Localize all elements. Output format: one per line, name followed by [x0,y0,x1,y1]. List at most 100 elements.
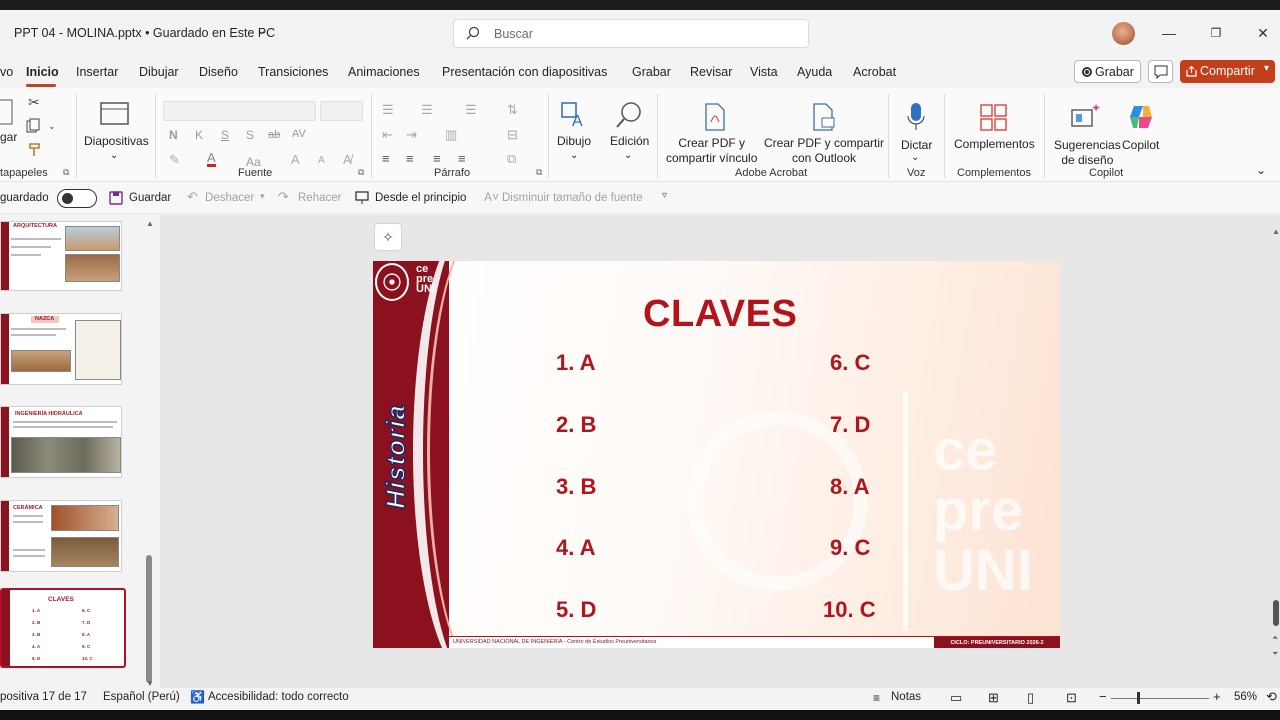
scroll-up-icon[interactable]: ▲ [1272,227,1280,236]
comments-button[interactable] [1148,60,1173,83]
normal-view-icon[interactable]: ▭ [950,690,962,706]
slide-thumbnail[interactable]: CERÁMICA [0,500,122,572]
chevron-down-icon[interactable]: ⌄ [911,152,919,163]
designer-button[interactable]: ✧ [374,223,402,251]
slide-thumbnail-selected[interactable]: CLAVES 1. A 6. C 2. B 7. D 3. B 8. A 4. … [0,588,126,668]
zoom-slider[interactable] [1111,698,1209,699]
bullets-icon[interactable]: ☰ [382,102,394,118]
pdf-outlook-icon[interactable] [810,102,836,132]
chevron-down-icon[interactable]: ▾ [260,191,265,202]
bold-button[interactable]: N [169,128,178,143]
numbering-icon[interactable]: ☰ [421,102,433,118]
redo-icon[interactable]: ↷ [278,189,289,205]
strikethrough-button[interactable]: ab [268,128,280,143]
dictate-button[interactable]: Dictar [901,138,932,153]
tab-vista[interactable]: Vista [750,65,778,79]
drawing-icon[interactable]: A [560,100,588,128]
create-pdf-share-link-button[interactable]: Crear PDF y compartir vínculo [666,136,757,166]
decrease-font-icon[interactable]: A [318,155,325,166]
find-icon[interactable] [614,100,644,130]
increase-indent-icon[interactable]: ⇥ [406,127,417,143]
decrease-indent-icon[interactable]: ⇤ [382,127,393,143]
columns-icon[interactable]: ▥ [445,127,457,143]
current-slide[interactable]: ce pre UNI ce pre UNI Historia CLAVES 1.… [373,261,1060,648]
zoom-slider-handle[interactable] [1137,692,1140,704]
dialog-launcher-icon[interactable]: ⧉ [63,167,69,178]
scroll-down-icon[interactable]: ▼ [146,679,154,688]
tab-acrobat[interactable]: Acrobat [853,65,896,79]
decrease-font-button[interactable]: Disminuir tamaño de fuente [502,192,643,204]
shadow-button[interactable]: S [246,128,254,143]
zoom-out-icon[interactable]: − [1099,689,1107,704]
align-right-icon[interactable]: ≡ [433,151,441,166]
save-button[interactable]: Guardar [129,192,171,204]
restore-icon[interactable]: ❐ [1207,24,1225,42]
decrease-font-icon[interactable]: A˅ [484,190,499,204]
copilot-button[interactable]: Copilot [1122,138,1159,153]
tab-diseno[interactable]: Diseño [199,65,238,79]
accessibility-icon[interactable]: ♿ [190,690,205,704]
document-title[interactable]: PPT 04 - MOLINA.pptx • Guardado en Este … [14,26,275,40]
share-button[interactable]: Compartir ▾ [1180,60,1275,83]
slideshow-view-icon[interactable]: ⊡ [1066,690,1077,706]
pdf-share-icon[interactable] [702,102,728,132]
line-spacing-icon[interactable]: ☰ [465,102,477,118]
slides-button[interactable]: Diapositivas [84,134,149,149]
previous-slide-icon[interactable]: ⏶ [1272,633,1278,643]
minimize-icon[interactable]: — [1160,24,1178,42]
tab-grabar[interactable]: Grabar [632,65,671,79]
editing-button[interactable]: Edición [610,134,649,149]
undo-button[interactable]: Deshacer [205,192,254,204]
scroll-up-icon[interactable]: ▲ [146,219,154,228]
slide-thumbnail[interactable]: NAZCA [0,313,122,385]
tab-animaciones[interactable]: Animaciones [348,65,420,79]
chevron-down-icon[interactable]: ⌄ [257,24,266,37]
slide-sorter-icon[interactable]: ⊞ [988,690,999,706]
tab-inicio[interactable]: Inicio [26,65,59,79]
tab-insertar[interactable]: Insertar [76,65,118,79]
paste-icon[interactable] [0,96,14,126]
collapse-ribbon-icon[interactable]: ⌄ [1256,163,1266,177]
record-button[interactable]: Grabar [1074,60,1141,83]
format-painter-icon[interactable] [27,142,43,158]
chevron-down-icon[interactable]: ⌄ [624,150,632,161]
addins-icon[interactable] [980,104,1008,132]
microphone-icon[interactable] [905,102,927,132]
chevron-down-icon[interactable]: ⌄ [570,150,578,161]
font-family-select[interactable] [163,101,316,121]
justify-icon[interactable]: ≡ [458,151,466,166]
smartart-icon[interactable]: ⧉ [507,151,516,167]
fit-slide-icon[interactable]: ⟲ [1266,689,1277,705]
design-ideas-icon[interactable]: ✦ [1071,102,1101,130]
notes-button[interactable]: Notas [891,691,921,703]
undo-icon[interactable]: ↶ [187,189,198,205]
underline-button[interactable]: S [221,128,229,143]
canvas-scrollbar[interactable] [1273,600,1279,626]
save-icon[interactable] [109,191,123,205]
customize-toolbar-icon[interactable]: ▿ [662,190,667,201]
language-status[interactable]: Español (Perú) [103,691,180,703]
search-box[interactable]: Buscar [453,19,809,48]
copilot-icon[interactable] [1127,103,1155,131]
chevron-down-icon[interactable]: ⌄ [110,150,118,161]
align-left-icon[interactable]: ≡ [382,151,390,166]
align-text-icon[interactable]: ⊟ [507,127,518,143]
tab-dibujar[interactable]: Dibujar [139,65,179,79]
slide-thumbnail[interactable]: INGENIERÍA HIDRÁULICA [0,406,122,478]
addins-button[interactable]: Complementos [954,137,1035,152]
tab-revisar[interactable]: Revisar [690,65,732,79]
align-center-icon[interactable]: ≡ [406,151,414,166]
dialog-launcher-icon[interactable]: ⧉ [536,167,542,178]
drawing-button[interactable]: Dibujo [557,134,591,149]
from-beginning-button[interactable]: Desde el principio [375,192,466,204]
increase-font-icon[interactable]: A [291,152,300,167]
accessibility-status[interactable]: Accesibilidad: todo correcto [208,691,349,703]
reading-view-icon[interactable]: ▯ [1027,690,1034,706]
cut-icon[interactable]: ✂ [28,94,40,111]
autosave-toggle[interactable] [57,189,97,208]
tab-transiciones[interactable]: Transiciones [258,65,328,79]
font-size-select[interactable] [320,101,363,121]
slideshow-icon[interactable] [355,191,369,205]
create-pdf-outlook-button[interactable]: Crear PDF y compartir con Outlook [764,136,884,166]
tab-archivo[interactable]: vo [0,65,13,79]
